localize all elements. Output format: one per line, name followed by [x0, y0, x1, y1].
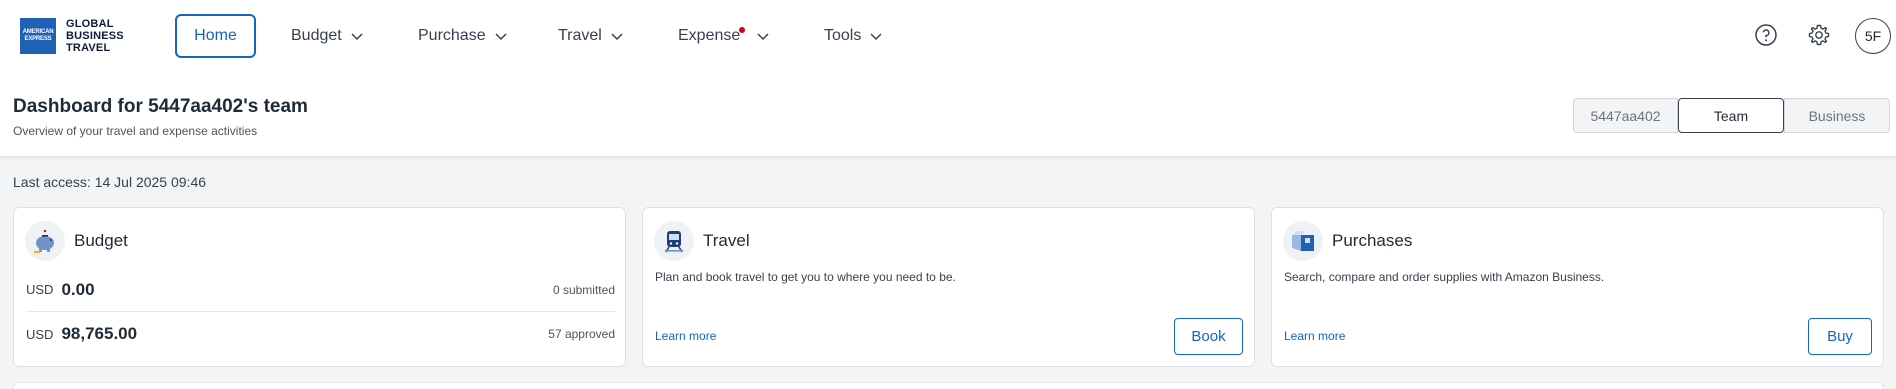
- amex-gbt-logo[interactable]: AMERICAN EXPRESS GLOBAL BUSINESS TRAVEL: [20, 18, 124, 54]
- nav-travel-label: Travel: [558, 27, 602, 44]
- chevron-down-icon: [611, 33, 623, 41]
- chevron-down-icon: [757, 33, 769, 41]
- settings-button[interactable]: [1804, 20, 1834, 50]
- purchases-learn-more-link[interactable]: Learn more: [1284, 329, 1345, 343]
- help-icon: [1755, 24, 1777, 46]
- top-nav: AMERICAN EXPRESS GLOBAL BUSINESS TRAVEL …: [0, 0, 1896, 72]
- purchases-card-description: Search, compare and order supplies with …: [1284, 270, 1605, 284]
- notification-dot: [739, 27, 745, 33]
- currency-code: USD: [26, 326, 54, 342]
- amount-value: 98,765.00: [61, 324, 138, 343]
- nav-home[interactable]: Home: [175, 14, 256, 58]
- budget-row-submitted: USD 0.00 0 submitted: [26, 268, 615, 312]
- page-header: Dashboard for 5447aa402's team Overview …: [0, 72, 1896, 157]
- travel-learn-more-link[interactable]: Learn more: [655, 329, 716, 343]
- chevron-down-icon: [870, 33, 882, 41]
- nav-expense-label: Expense: [678, 27, 741, 44]
- nav-travel[interactable]: Travel: [558, 14, 624, 58]
- travel-card-title: Travel: [703, 231, 750, 250]
- train-icon: [654, 221, 694, 261]
- nav-home-label: Home: [194, 27, 237, 44]
- nav-budget-label: Budget: [291, 27, 342, 44]
- scope-option-team[interactable]: Team: [1678, 98, 1784, 133]
- scope-option-personal[interactable]: 5447aa402: [1573, 98, 1678, 133]
- help-button[interactable]: [1751, 20, 1781, 50]
- page-title: Dashboard for 5447aa402's team: [13, 96, 308, 117]
- chevron-down-icon: [495, 33, 507, 41]
- buy-button[interactable]: Buy: [1808, 318, 1872, 355]
- purchases-card-title: Purchases: [1332, 231, 1413, 250]
- nav-purchase-label: Purchase: [418, 27, 486, 44]
- page-subtitle: Overview of your travel and expense acti…: [13, 124, 258, 138]
- purchases-card: Purchases Search, compare and order supp…: [1271, 207, 1884, 367]
- last-access-text: Last access: 14 Jul 2025 09:46: [13, 174, 207, 190]
- amex-logo-mark: AMERICAN EXPRESS: [20, 18, 56, 54]
- user-avatar[interactable]: 5F: [1855, 18, 1891, 54]
- avatar-initials: 5F: [1864, 28, 1882, 44]
- piggy-bank-icon: [25, 221, 65, 261]
- budget-row-approved: USD 98,765.00 57 approved: [26, 312, 615, 356]
- travel-card: Travel Plan and book travel to get you t…: [642, 207, 1255, 367]
- nav-budget[interactable]: Budget: [291, 14, 364, 58]
- budget-card-title: Budget: [74, 231, 128, 250]
- next-section-edge: [13, 382, 1884, 389]
- nav-tools[interactable]: Tools: [824, 14, 883, 58]
- nav-purchase[interactable]: Purchase: [418, 14, 508, 58]
- amount-value: 0.00: [61, 279, 95, 299]
- currency-code: USD: [26, 282, 54, 297]
- scope-toggle: 5447aa402 Team Business: [1573, 98, 1890, 133]
- logo-text: GLOBAL BUSINESS TRAVEL: [66, 18, 124, 54]
- scope-option-business[interactable]: Business: [1784, 98, 1890, 133]
- budget-card: Budget USD 0.00 0 submitted USD 98,765.0…: [13, 207, 626, 367]
- chevron-down-icon: [351, 33, 363, 41]
- nav-expense[interactable]: Expense: [678, 14, 770, 58]
- gear-icon: [1808, 24, 1830, 46]
- approved-count: 57 approved: [548, 327, 615, 341]
- travel-card-description: Plan and book travel to get you to where…: [655, 270, 956, 284]
- nav-tools-label: Tools: [824, 27, 862, 44]
- shopping-box-icon: [1283, 221, 1323, 261]
- book-button[interactable]: Book: [1174, 318, 1243, 355]
- submitted-count: 0 submitted: [552, 282, 615, 297]
